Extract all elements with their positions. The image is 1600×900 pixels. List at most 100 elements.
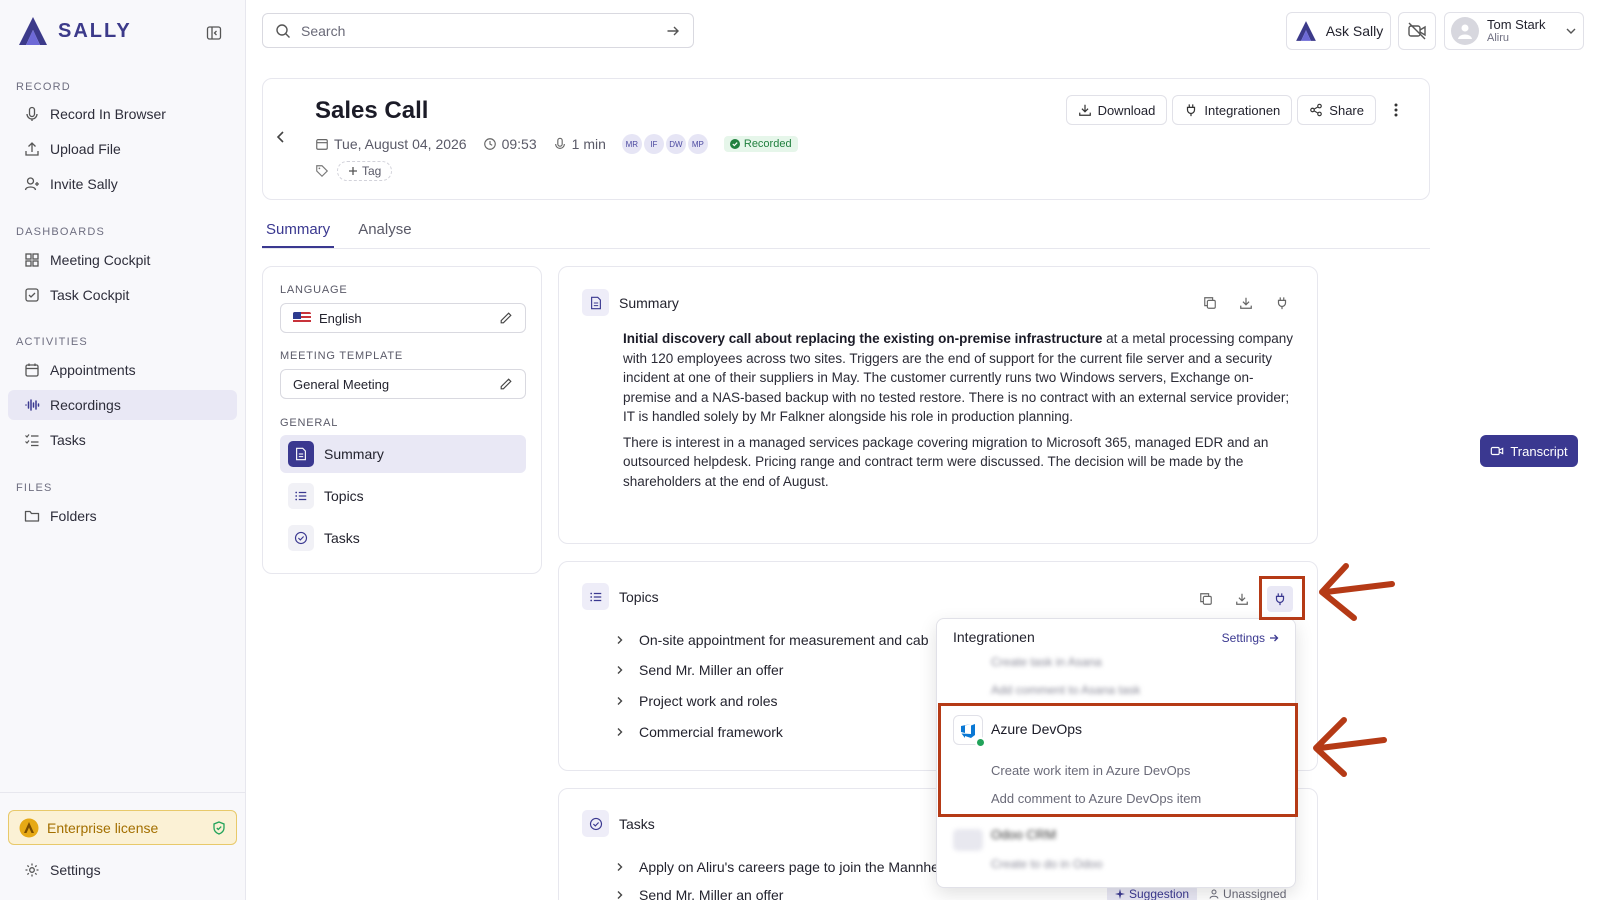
task-label: Send Mr. Miller an offer <box>639 887 784 900</box>
nav-label: Recordings <box>50 397 121 413</box>
enterprise-license-badge[interactable]: Enterprise license <box>8 810 237 845</box>
more-options-button[interactable] <box>1381 95 1411 125</box>
assignee-text: Unassigned <box>1223 887 1287 900</box>
copy-button[interactable] <box>1199 292 1221 314</box>
general-item-tasks[interactable]: Tasks <box>280 519 526 557</box>
tag-label: Tag <box>362 164 382 178</box>
general-item-summary[interactable]: Summary <box>280 435 526 473</box>
general-item-topics[interactable]: Topics <box>280 477 526 515</box>
task-item[interactable]: Send Mr. Miller an offer <box>615 887 783 900</box>
nav-appointments[interactable]: Appointments <box>8 355 237 385</box>
share-label: Share <box>1329 102 1364 118</box>
chevron-right-icon <box>615 862 625 872</box>
calendar-icon <box>24 362 40 378</box>
user-org: Aliru <box>1487 32 1510 44</box>
ask-sally-button[interactable]: Ask Sally <box>1286 12 1391 50</box>
user-plus-icon <box>24 176 40 192</box>
dropdown-title: Integrationen <box>953 629 1035 645</box>
general-item-label: Tasks <box>324 530 360 546</box>
download-icon <box>1078 103 1092 117</box>
nav-upload-file[interactable]: Upload File <box>8 134 237 164</box>
nav-label: Meeting Cockpit <box>50 252 151 268</box>
general-item-label: Summary <box>324 446 384 462</box>
document-icon <box>288 441 314 467</box>
download-button[interactable]: Download <box>1065 95 1168 125</box>
checkbox-icon <box>24 287 40 303</box>
integrations-button[interactable]: Integrationen <box>1172 95 1293 125</box>
nav-record-in-browser[interactable]: Record In Browser <box>8 99 237 129</box>
tasks-title: Tasks <box>619 815 655 832</box>
language-select[interactable]: English <box>280 303 526 333</box>
add-tag-button[interactable]: Tag <box>337 161 393 181</box>
summary-highlight: Initial discovery call about replacing t… <box>623 331 1103 346</box>
shield-check-icon <box>212 820 226 835</box>
share-icon <box>1309 103 1323 117</box>
meeting-meta: Tue, August 04, 2026 09:53 1 min MR IF D… <box>315 134 798 154</box>
topic-item[interactable]: Project work and roles <box>615 693 778 709</box>
annotation-arrow-icon <box>1319 563 1395 621</box>
transcript-button[interactable]: Transcript <box>1480 435 1578 467</box>
plug-icon[interactable] <box>1271 292 1293 314</box>
arrow-right-icon[interactable] <box>665 23 681 39</box>
nav-tasks[interactable]: Tasks <box>8 425 237 455</box>
topic-item[interactable]: Commercial framework <box>615 724 783 740</box>
participants-list[interactable]: MR IF DW MP <box>621 134 708 154</box>
language-value: English <box>319 310 362 326</box>
odoo-action[interactable]: Create to do in Odoo <box>991 857 1102 871</box>
avatar <box>1451 17 1479 45</box>
copy-button[interactable] <box>1195 588 1217 610</box>
nav-folders[interactable]: Folders <box>8 501 237 531</box>
language-label: LANGUAGE <box>280 284 348 296</box>
task-item[interactable]: Apply on Aliru's careers page to join th… <box>615 859 939 875</box>
odoo-title: Odoo CRM <box>991 827 1057 842</box>
nav-settings[interactable]: Settings <box>8 855 237 885</box>
download-icon[interactable] <box>1231 588 1253 610</box>
search-input[interactable] <box>301 22 655 39</box>
search-bar[interactable] <box>262 13 694 48</box>
template-label: MEETING TEMPLATE <box>280 350 404 362</box>
nav-meeting-cockpit[interactable]: Meeting Cockpit <box>8 245 237 275</box>
template-select[interactable]: General Meeting <box>280 369 526 399</box>
blurred-integration-action[interactable]: Create task in Asana <box>991 655 1102 669</box>
pencil-icon[interactable] <box>499 377 513 391</box>
tab-analyse[interactable]: Analyse <box>354 215 415 248</box>
topic-item[interactable]: Send Mr. Miller an offer <box>615 662 783 678</box>
nav-label: Tasks <box>50 432 86 448</box>
topic-item[interactable]: On-site appointment for measurement and … <box>615 632 929 648</box>
share-button[interactable]: Share <box>1297 95 1376 125</box>
topic-label: Send Mr. Miller an offer <box>639 662 784 678</box>
dropdown-settings-link[interactable]: Settings <box>1222 631 1279 645</box>
meeting-header-card: Sales Call Tue, August 04, 2026 09:53 1 … <box>262 78 1430 200</box>
chevron-left-icon <box>273 129 289 145</box>
sally-logo[interactable]: SALLY <box>16 14 132 48</box>
more-vertical-icon <box>1394 103 1398 117</box>
page-title: Sales Call <box>315 97 429 124</box>
blurred-integration-action[interactable]: Add comment to Asana task <box>991 683 1140 697</box>
section-label-record: RECORD <box>16 81 71 93</box>
nav-recordings[interactable]: Recordings <box>8 390 237 420</box>
check-circle-icon <box>582 810 609 837</box>
nav-task-cockpit[interactable]: Task Cockpit <box>8 280 237 310</box>
camera-off-button[interactable] <box>1398 12 1436 50</box>
nav-label: Record In Browser <box>50 106 166 122</box>
enterprise-logo-icon <box>19 818 39 838</box>
meeting-date: Tue, August 04, 2026 <box>315 136 467 152</box>
video-icon <box>1490 444 1504 458</box>
nav-invite-sally[interactable]: Invite Sally <box>8 169 237 199</box>
list-icon <box>582 583 609 610</box>
tab-summary[interactable]: Summary <box>262 215 335 248</box>
transcript-label: Transcript <box>1510 443 1568 459</box>
user-menu-button[interactable]: Tom Stark Aliru <box>1444 12 1584 50</box>
nav-label: Folders <box>50 508 97 524</box>
clock-icon <box>483 137 497 151</box>
download-icon[interactable] <box>1235 292 1257 314</box>
date-text: Tue, August 04, 2026 <box>334 136 467 152</box>
collapse-sidebar-button[interactable] <box>203 22 225 44</box>
pencil-icon[interactable] <box>499 311 513 325</box>
content-tabs: Summary Analyse <box>262 215 1430 249</box>
back-button[interactable] <box>273 129 289 145</box>
tag-row: Tag <box>315 161 393 181</box>
tag-icon <box>315 164 329 178</box>
sidebar: SALLY RECORD Record In Browser Upload Fi… <box>0 0 246 900</box>
list-icon <box>288 483 314 509</box>
